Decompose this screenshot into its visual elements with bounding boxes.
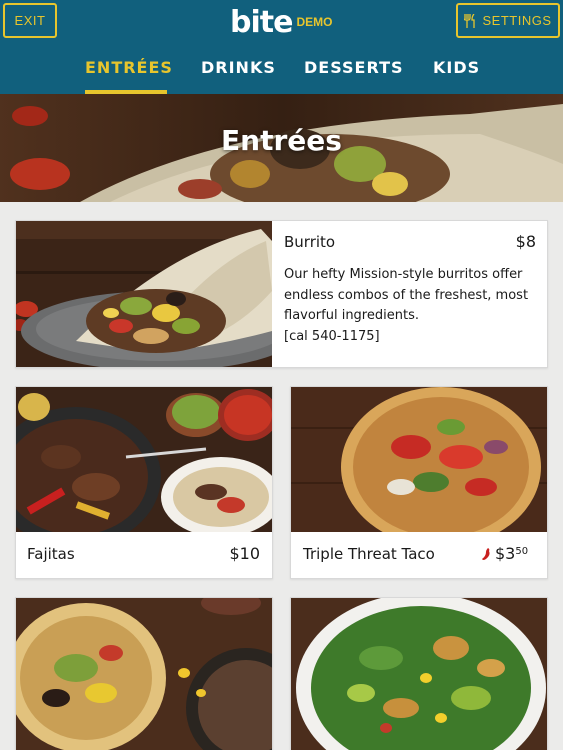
item-price: $350 xyxy=(495,544,539,563)
fajitas-photo xyxy=(16,387,272,532)
item-price-cents: 50 xyxy=(515,546,529,557)
salad-photo xyxy=(291,598,547,750)
menu-item-fajitas[interactable]: Fajitas $10 xyxy=(15,386,273,579)
exit-label: EXIT xyxy=(14,13,46,28)
tab-kids[interactable]: KIDS xyxy=(433,55,479,94)
item-name: Triple Threat Taco xyxy=(303,545,435,563)
item-name: Burrito xyxy=(284,233,336,251)
bite-logo: bite DEMO xyxy=(230,6,332,40)
menu-item-burrito[interactable]: Burrito $8 Our hefty Mission-style burri… xyxy=(15,220,548,368)
exit-button[interactable]: EXIT xyxy=(3,3,57,38)
item-price: $10 xyxy=(229,544,260,563)
item-description: Our hefty Mission-style burritos offer e… xyxy=(284,265,542,347)
taco-photo xyxy=(291,387,547,532)
chili-pepper-icon xyxy=(482,548,490,560)
tab-desserts[interactable]: DESSERTS xyxy=(304,55,403,94)
menu-item-salad[interactable] xyxy=(290,597,548,750)
menu-item-triple-threat-taco[interactable]: Triple Threat Taco $350 xyxy=(290,386,548,579)
item-name: Fajitas xyxy=(27,545,75,563)
burrito-photo xyxy=(16,221,272,367)
logo-demo-badge: DEMO xyxy=(296,15,333,29)
category-title: Entrées xyxy=(221,124,342,157)
tab-drinks[interactable]: DRINKS xyxy=(201,55,275,94)
item-price-main: $3 xyxy=(495,544,516,563)
settings-button[interactable]: SETTINGS xyxy=(456,3,560,38)
item-price: $8 xyxy=(515,232,536,251)
top-bar: EXIT bite DEMO SETTINGS ENTRÉES DRINKS D… xyxy=(0,0,563,94)
category-hero-banner: Entrées xyxy=(0,94,563,202)
menu-item-nachos[interactable] xyxy=(15,597,273,750)
nachos-photo xyxy=(16,598,272,750)
tab-entrees[interactable]: ENTRÉES xyxy=(85,55,172,94)
settings-label: SETTINGS xyxy=(482,13,552,28)
item-calories: [cal 540-1175] xyxy=(284,328,380,344)
logo-text: bite xyxy=(230,5,293,40)
item-description-text: Our hefty Mission-style burritos offer e… xyxy=(284,267,529,323)
category-tabs: ENTRÉES DRINKS DESSERTS KIDS xyxy=(0,55,563,94)
fork-knife-icon xyxy=(464,13,476,28)
